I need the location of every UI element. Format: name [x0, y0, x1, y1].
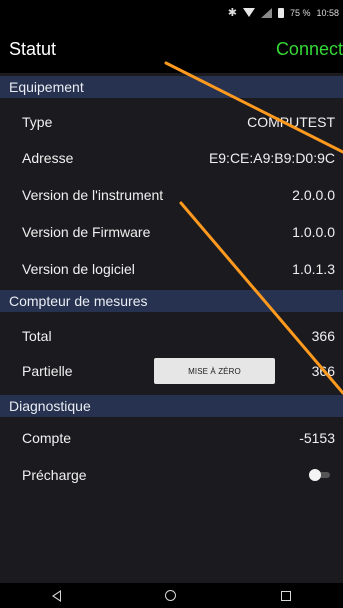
- equipment-row-type: Type COMPUTEST: [0, 104, 343, 140]
- wifi-icon: [242, 8, 255, 17]
- row-value: -5153: [299, 430, 335, 446]
- row-value: 2.0.0.0: [292, 187, 335, 203]
- diagnostic-row-count: Compte -5153: [0, 420, 343, 456]
- bluetooth-icon: ✱: [227, 7, 237, 19]
- row-label: Partielle: [22, 363, 73, 379]
- connection-status: Connecté: [275, 38, 343, 59]
- app-header: Statut Connecté: [0, 25, 343, 73]
- row-label: Version de l'instrument: [22, 187, 164, 203]
- row-label: Adresse: [22, 150, 74, 166]
- back-triangle-icon[interactable]: [52, 589, 62, 602]
- diagnostic-row-precharge: Précharge: [0, 457, 343, 493]
- equipment-row-software-version: Version de logiciel 1.0.1.3: [0, 251, 343, 287]
- clock: 10:58: [316, 7, 339, 18]
- page-title: Statut: [9, 38, 57, 59]
- row-value: 366: [311, 363, 335, 379]
- row-label: Version de logiciel: [22, 261, 135, 277]
- recent-square-icon[interactable]: [280, 590, 291, 601]
- row-value: 1.0.0.0: [292, 224, 335, 240]
- precharge-toggle[interactable]: [309, 469, 331, 481]
- row-label: Précharge: [22, 467, 87, 483]
- reset-button[interactable]: MISE À ZÉRO: [154, 358, 275, 384]
- section-header-equipment: Equipement: [0, 76, 343, 98]
- toggle-thumb: [309, 469, 321, 481]
- equipment-row-firmware-version: Version de Firmware 1.0.0.0: [0, 214, 343, 250]
- row-value: 1.0.1.3: [292, 261, 335, 277]
- section-header-diagnostic: Diagnostique: [0, 395, 343, 417]
- equipment-row-address: Adresse E9:CE:A9:B9:D0:9C: [0, 140, 343, 176]
- battery-icon: [277, 7, 284, 18]
- section-header-counter: Compteur de mesures: [0, 290, 343, 312]
- counter-row-total: Total 366: [0, 318, 343, 354]
- row-label: Type: [22, 114, 53, 130]
- signal-icon: [260, 7, 272, 18]
- battery-percent: 75 %: [289, 7, 311, 18]
- status-bar: ✱ 75 % 10:58: [0, 0, 343, 25]
- row-label: Compte: [22, 430, 72, 446]
- row-value: 366: [311, 328, 335, 344]
- equipment-row-instrument-version: Version de l'instrument 2.0.0.0: [0, 177, 343, 213]
- row-label: Total: [22, 328, 52, 344]
- row-value: COMPUTEST: [247, 114, 335, 130]
- row-label: Version de Firmware: [22, 224, 151, 240]
- home-circle-icon[interactable]: [165, 590, 177, 601]
- row-value: E9:CE:A9:B9:D0:9C: [208, 150, 335, 166]
- nav-bar: [0, 583, 343, 608]
